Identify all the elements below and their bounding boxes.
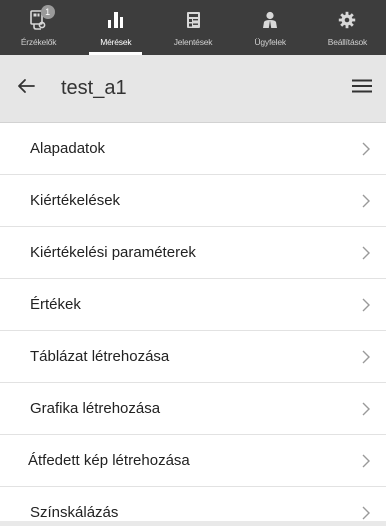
nav-item-reports[interactable]: Jelentések — [154, 0, 231, 55]
sensor-icon: 1 — [29, 5, 55, 30]
submenu-list: Alapadatok Kiértékelések Kiértékelési pa… — [0, 123, 386, 526]
bar-chart-icon — [106, 10, 126, 30]
chevron-right-icon — [360, 193, 372, 209]
list-item-label: Értékek — [30, 296, 81, 313]
list-item-basic-data[interactable]: Alapadatok — [0, 123, 386, 175]
list-item-label: Átfedett kép létrehozása — [28, 452, 190, 469]
nav-label: Ügyfelek — [254, 37, 286, 47]
back-button[interactable] — [1, 55, 51, 123]
bottom-divider — [0, 521, 386, 526]
nav-label: Jelentések — [173, 37, 213, 47]
list-item-evaluation-parameters[interactable]: Kiértékelési paraméterek — [0, 227, 386, 279]
list-item-label: Kiértékelések — [30, 192, 121, 209]
list-item-create-graphics[interactable]: Grafika létrehozása — [0, 383, 386, 435]
list-item-label: Grafika létrehozása — [30, 400, 161, 417]
hamburger-menu-icon — [352, 79, 372, 98]
nav-item-sensors[interactable]: 1 Érzékelők — [0, 0, 77, 55]
nav-label: Beállítások — [327, 37, 368, 47]
notification-badge: 1 — [40, 5, 55, 19]
list-item-create-overlay-image[interactable]: Átfedett kép létrehozása — [0, 435, 386, 487]
chevron-right-icon — [360, 245, 372, 261]
list-item-values[interactable]: Értékek — [0, 279, 386, 331]
chevron-right-icon — [360, 349, 372, 365]
chevron-right-icon — [360, 141, 372, 157]
page-title: test_a1 — [61, 77, 127, 99]
gear-icon — [337, 10, 357, 30]
list-item-label: Kiértékelési paraméterek — [30, 244, 196, 261]
title-bar: test_a1 — [0, 55, 386, 123]
list-item-label: Színskálázás — [30, 504, 119, 521]
nav-label: Érzékelők — [20, 37, 57, 47]
chevron-right-icon — [360, 401, 372, 417]
app-root: 1 Érzékelők Mérések Jelentések Ügyfelek … — [0, 0, 386, 526]
chevron-right-icon — [360, 297, 372, 313]
list-item-evaluations[interactable]: Kiértékelések — [0, 175, 386, 227]
chevron-right-icon — [360, 453, 372, 469]
nav-item-measurements[interactable]: Mérések — [77, 0, 154, 55]
nav-item-settings[interactable]: Beállítások — [309, 0, 386, 55]
arrow-left-icon — [17, 78, 35, 99]
chevron-right-icon — [360, 505, 372, 521]
list-item-create-table[interactable]: Táblázat létrehozása — [0, 331, 386, 383]
list-item-label: Alapadatok — [30, 140, 106, 157]
clients-icon — [260, 10, 280, 30]
menu-button[interactable] — [342, 55, 382, 123]
list-item-label: Táblázat létrehozása — [30, 348, 170, 365]
nav-item-clients[interactable]: Ügyfelek — [232, 0, 309, 55]
top-navigation-bar: 1 Érzékelők Mérések Jelentések Ügyfelek … — [0, 0, 386, 55]
nav-label: Mérések — [100, 37, 132, 47]
report-icon — [183, 10, 203, 30]
